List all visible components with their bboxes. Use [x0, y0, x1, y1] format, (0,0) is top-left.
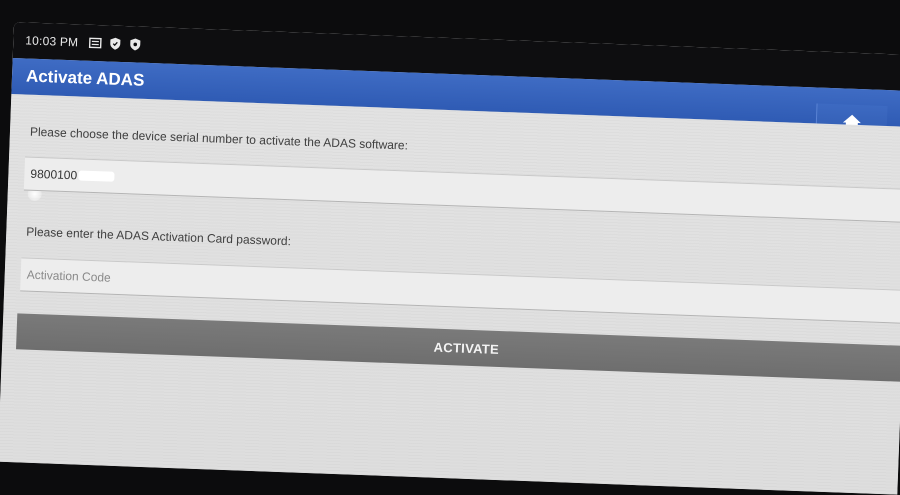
activation-code-field[interactable]: [20, 257, 900, 324]
page-title: Activate ADAS: [26, 66, 145, 90]
form-content: Please choose the device serial number t…: [0, 94, 900, 495]
status-time: 10:03 PM: [25, 33, 78, 49]
shield-icon: [108, 36, 123, 51]
serial-number-select[interactable]: 9800100: [24, 156, 900, 223]
activation-password-label: Please enter the ADAS Activation Card pa…: [26, 225, 291, 249]
shield-icon: [128, 37, 143, 52]
serial-number-value: 9800100: [30, 167, 77, 183]
redaction-mask: [78, 170, 114, 181]
activation-code-input[interactable]: [26, 268, 626, 304]
activate-button[interactable]: ACTIVATE: [16, 313, 900, 382]
device-screen: 10:03 PM Activate ADAS: [0, 22, 900, 495]
serial-number-label: Please choose the device serial number t…: [30, 125, 408, 153]
notification-card-icon: [88, 36, 103, 51]
